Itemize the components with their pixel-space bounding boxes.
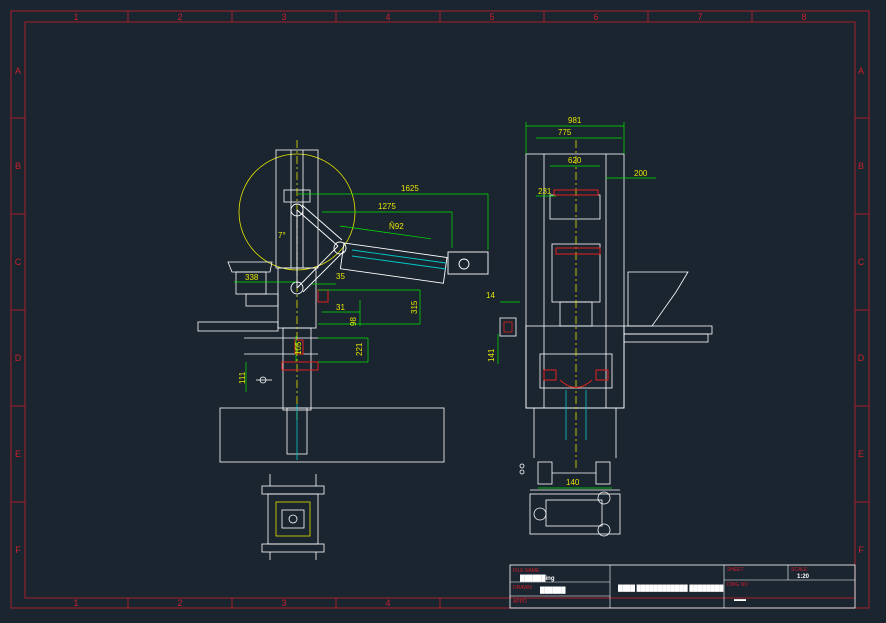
dim-angle: 7°	[278, 231, 286, 240]
dim-338: 338	[245, 273, 259, 282]
row-letter: C	[858, 257, 865, 267]
col-num: 4	[385, 598, 390, 608]
col-num: 7	[697, 12, 702, 22]
row-letter: E	[15, 449, 21, 459]
drawn-value[interactable]: ██████	[540, 586, 566, 594]
dim-1275: 1275	[378, 202, 396, 211]
dim-315: 315	[410, 300, 419, 314]
row-letter: F	[15, 545, 21, 555]
dim-1625: 1625	[401, 184, 419, 193]
col-num: 5	[489, 12, 494, 22]
dim-200: 200	[634, 169, 648, 178]
dim-892: Ñ92	[389, 222, 404, 231]
col-num: 3	[281, 598, 286, 608]
drawn-label: DRAWN	[513, 585, 532, 591]
row-letter: C	[15, 257, 22, 267]
dim-141: 141	[487, 348, 496, 362]
appd-label: APPD	[513, 599, 527, 605]
col-num: 2	[177, 598, 182, 608]
sheet-label: SHEET	[727, 567, 744, 573]
scale-label: SCALE	[791, 567, 808, 573]
file-name-value[interactable]: ██████ing	[520, 574, 555, 582]
row-letter: D	[15, 353, 22, 363]
col-num: 2	[177, 12, 182, 22]
dim-231: 231	[538, 187, 552, 196]
dim-14: 14	[486, 291, 495, 300]
dim-140: 140	[566, 478, 580, 487]
cad-drawing-canvas[interactable]: 1 2 3 4 5 6 7 8 1 2 3 4 A B C D E F A B …	[0, 0, 886, 623]
dim-775: 775	[558, 128, 572, 137]
col-num: 3	[281, 12, 286, 22]
dim-981: 981	[568, 116, 582, 125]
model-space-background	[0, 0, 886, 623]
dim-31: 31	[336, 303, 345, 312]
col-num: 1	[73, 12, 78, 22]
dim-105: 105	[294, 341, 303, 355]
dim-620: 620	[568, 156, 582, 165]
row-letter: B	[858, 161, 864, 171]
scale-value[interactable]: 1:20	[797, 574, 810, 580]
dim-98: 98	[349, 317, 358, 326]
dim-111: 111	[238, 371, 247, 384]
dwg-no-label: DWG NO	[727, 582, 748, 588]
dim-221: 221	[355, 342, 364, 356]
drawing-title[interactable]: ████ ████████████ ████████	[618, 584, 724, 592]
row-letter: A	[858, 66, 864, 76]
col-num: 1	[73, 598, 78, 608]
col-num: 8	[801, 12, 806, 22]
file-name-label: FILE NAME	[513, 568, 540, 574]
row-letter: A	[15, 66, 21, 76]
row-letter: D	[858, 353, 865, 363]
dim-35: 35	[336, 272, 345, 281]
row-letter: B	[15, 161, 21, 171]
dwg-no-value[interactable]: ▬▬	[734, 597, 746, 603]
col-num: 4	[385, 12, 390, 22]
col-num: 6	[593, 12, 598, 22]
row-letter: E	[858, 449, 864, 459]
row-letter: F	[858, 545, 864, 555]
